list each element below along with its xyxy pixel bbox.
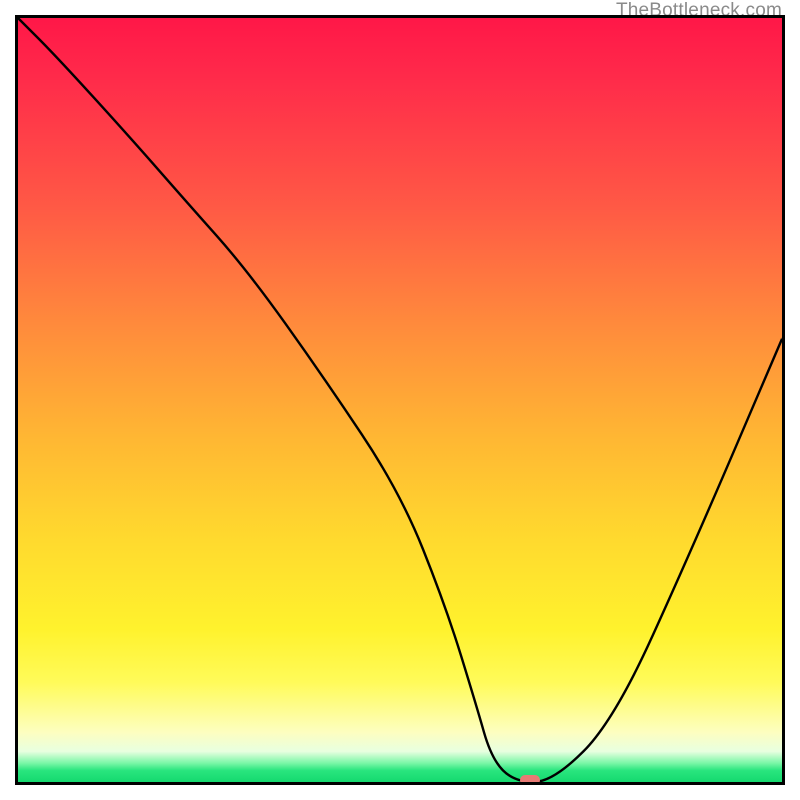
chart-container: TheBottleneck.com [0, 0, 800, 800]
bottleneck-curve [18, 18, 782, 782]
curve-layer [18, 18, 782, 782]
plot-area [15, 15, 785, 785]
optimal-marker [520, 775, 540, 785]
